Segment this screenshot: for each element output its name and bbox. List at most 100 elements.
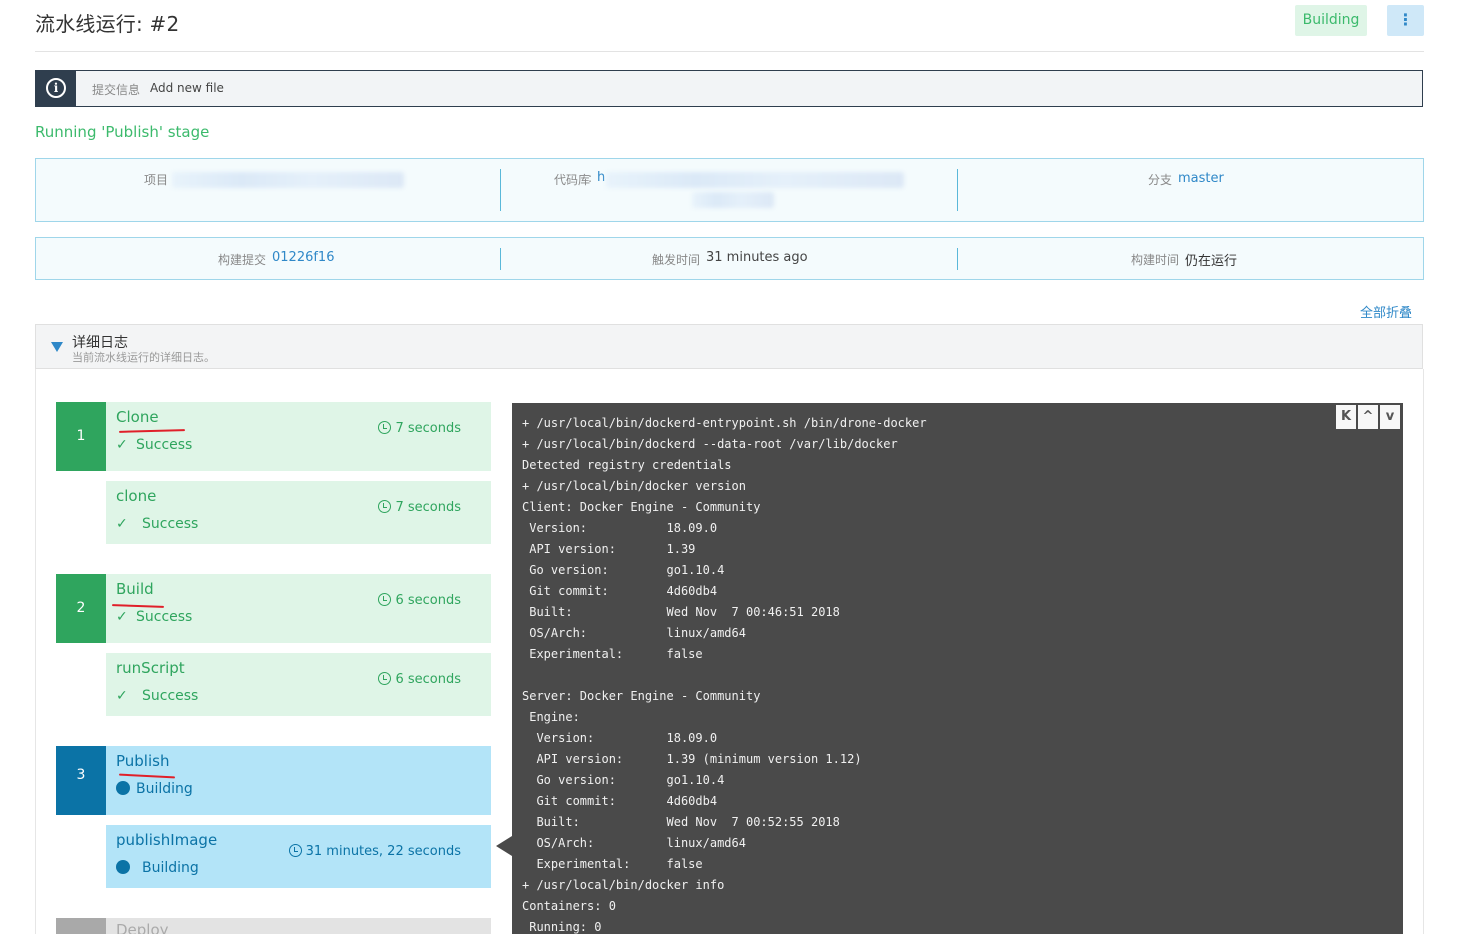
divider	[957, 248, 958, 270]
trigger-time-label: 触发时间	[652, 253, 701, 267]
terminal-line: Go version: go1.10.4	[522, 563, 725, 577]
branch-value[interactable]: master	[1178, 171, 1224, 186]
status-badge: Building	[1295, 5, 1367, 36]
stage-name: Deploy	[116, 921, 169, 934]
step-publishimage[interactable]: publishImage Building 31 minutes, 22 sec…	[106, 825, 491, 888]
stage-number	[56, 918, 106, 934]
step-clone[interactable]: clone ✓ Success 7 seconds	[106, 481, 491, 544]
clock-icon	[378, 672, 392, 685]
terminal-line: API version: 1.39 (minimum version 1.12)	[522, 752, 862, 766]
build-commit-label: 构建提交	[218, 253, 267, 267]
log-section-subtitle: 当前流水线运行的详细日志。	[72, 351, 215, 364]
terminal-line: Client: Docker Engine - Community	[522, 500, 761, 514]
step-runscript[interactable]: runScript ✓ Success 6 seconds	[106, 653, 491, 716]
step-duration: 6 seconds	[378, 672, 461, 687]
step-name: publishImage	[116, 831, 218, 849]
clock-icon	[288, 844, 302, 857]
build-info-box: 构建提交 01226f16 触发时间 31 minutes ago 构建时间 仍…	[35, 237, 1424, 280]
terminal-line: Experimental: false	[522, 857, 703, 871]
step-status: ✓ Success	[116, 688, 199, 704]
terminal-line: + /usr/local/bin/dockerd-entrypoint.sh /…	[522, 416, 927, 430]
divider	[500, 248, 501, 270]
check-icon: ✓	[116, 688, 128, 704]
stage-deploy[interactable]: Deploy	[56, 918, 491, 934]
scroll-up-button[interactable]: ^	[1358, 405, 1378, 429]
stage-number: 2	[56, 574, 106, 643]
terminal-line: OS/Arch: linux/amd64	[522, 836, 746, 850]
stage-name: Publish	[116, 752, 170, 770]
step-duration: 31 minutes, 22 seconds	[288, 844, 461, 859]
collapse-triangle-icon[interactable]	[51, 342, 63, 352]
terminal-line: + /usr/local/bin/docker info	[522, 878, 725, 892]
terminal-line: Version: 18.09.0	[522, 731, 718, 745]
check-icon: ✓	[116, 437, 128, 453]
clock-icon	[378, 593, 392, 606]
collapse-all-link[interactable]: 全部折叠	[1360, 302, 1412, 321]
log-section-header[interactable]: 详细日志 当前流水线运行的详细日志。	[35, 324, 1423, 369]
project-value-redacted	[172, 172, 404, 188]
stage-status: ✓ Success	[116, 609, 193, 625]
running-dot-icon	[116, 781, 130, 795]
divider	[957, 169, 958, 211]
scroll-down-button[interactable]: v	[1380, 405, 1400, 429]
page-title: 流水线运行: #2	[35, 12, 180, 36]
log-terminal[interactable]: + /usr/local/bin/dockerd-entrypoint.sh /…	[512, 403, 1403, 934]
scroll-to-top-button[interactable]: K	[1336, 405, 1356, 429]
terminal-pointer	[496, 836, 512, 856]
build-time-label: 构建时间	[1131, 253, 1180, 267]
build-commit-link[interactable]: 01226f16	[272, 250, 334, 265]
terminal-line: Go version: go1.10.4	[522, 773, 725, 787]
divider	[500, 169, 501, 211]
terminal-line: Experimental: false	[522, 647, 703, 661]
commit-message-bar: i 提交信息 Add new file	[35, 70, 1423, 107]
clock-icon	[378, 421, 392, 434]
stage-duration: 6 seconds	[378, 593, 461, 608]
branch-label: 分支	[1148, 173, 1173, 187]
info-icon-box: i	[36, 71, 76, 106]
stage-status: ✓ Success	[116, 437, 193, 453]
stage-number: 1	[56, 402, 106, 471]
terminal-line: + /usr/local/bin/docker version	[522, 479, 746, 493]
check-icon: ✓	[116, 516, 128, 532]
step-name: runScript	[116, 659, 185, 677]
stage-duration: 7 seconds	[378, 421, 461, 436]
repo-link[interactable]: h	[597, 170, 605, 185]
terminal-line: Engine:	[522, 710, 580, 724]
terminal-line: OS/Arch: linux/amd64	[522, 626, 746, 640]
terminal-line: Git commit: 4d60db4	[522, 584, 718, 598]
step-name: clone	[116, 487, 157, 505]
clock-icon	[378, 500, 392, 513]
step-status: Building	[116, 860, 199, 876]
terminal-line: Built: Wed Nov 7 00:52:55 2018	[522, 815, 840, 829]
more-options-button[interactable]: ⋮	[1387, 5, 1424, 36]
terminal-line: + /usr/local/bin/dockerd --data-root /va…	[522, 437, 898, 451]
terminal-output: + /usr/local/bin/dockerd-entrypoint.sh /…	[522, 413, 927, 934]
step-duration: 7 seconds	[378, 500, 461, 515]
running-stage-status: Running 'Publish' stage	[35, 123, 210, 141]
page-header: 流水线运行: #2 Building ⋮	[35, 0, 1424, 52]
terminal-line: Server: Docker Engine - Community	[522, 689, 761, 703]
terminal-line: Git commit: 4d60db4	[522, 794, 718, 808]
terminal-line: Running: 0	[522, 920, 602, 934]
terminal-line: Containers: 0	[522, 899, 616, 913]
commit-message-label: 提交信息	[92, 83, 141, 97]
stage-build[interactable]: 2 Build ✓ Success 6 seconds	[56, 574, 491, 643]
stage-name: Clone	[116, 408, 159, 426]
terminal-controls: K ^ v	[1334, 405, 1400, 429]
running-dot-icon	[116, 860, 130, 874]
step-status: ✓ Success	[116, 516, 199, 532]
info-icon: i	[46, 78, 66, 98]
repo-value-redacted	[692, 192, 774, 208]
pipeline-info-box: 项目 代码库 : h 分支 master	[35, 158, 1424, 222]
stage-publish[interactable]: 3 Publish Building	[56, 746, 491, 815]
repo-label: 代码库	[554, 173, 591, 187]
terminal-line: Version: 18.09.0	[522, 521, 718, 535]
terminal-line: Detected registry credentials	[522, 458, 732, 472]
trigger-time-value: 31 minutes ago	[706, 250, 808, 265]
stage-name: Build	[116, 580, 154, 598]
stage-clone[interactable]: 1 Clone ✓ Success 7 seconds	[56, 402, 491, 471]
stage-number: 3	[56, 746, 106, 815]
project-label: 项目	[144, 173, 169, 187]
stage-status: Building	[116, 781, 193, 797]
